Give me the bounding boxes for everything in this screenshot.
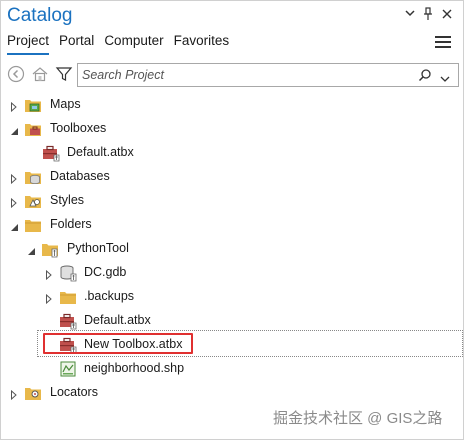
tab-portal[interactable]: Portal (59, 33, 94, 55)
tree-item-dc-gdb[interactable]: DC.gdb (1, 261, 461, 285)
tree-label: Styles (50, 193, 85, 207)
geodatabase-icon (59, 264, 77, 282)
tree-label: Maps (50, 97, 81, 111)
collapse-icon[interactable] (9, 123, 19, 135)
tree-item-toolboxes[interactable]: Toolboxes (1, 117, 461, 141)
expand-icon[interactable] (10, 171, 20, 185)
tree-label: Folders (50, 217, 92, 231)
expand-icon[interactable] (10, 387, 20, 401)
catalog-tabs: Project Portal Computer Favorites (7, 33, 229, 55)
tree-label: Default.atbx (67, 145, 134, 159)
collapse-icon[interactable] (26, 243, 36, 255)
options-dropdown-icon[interactable] (403, 7, 417, 23)
tree-label: neighborhood.shp (84, 361, 185, 375)
tree-item-backups[interactable]: .backups (1, 285, 461, 309)
filter-icon[interactable] (55, 65, 75, 85)
tree-item-neighborhood-shp[interactable]: neighborhood.shp (1, 357, 461, 381)
toolbox-icon (59, 312, 77, 330)
search-box (77, 63, 459, 87)
menu-icon[interactable] (435, 36, 451, 50)
tree-label: Default.atbx (84, 313, 151, 327)
collapse-icon[interactable] (9, 219, 19, 231)
tree-label: DC.gdb (84, 265, 127, 279)
expand-icon[interactable] (10, 195, 20, 209)
styles-folder-icon (24, 192, 42, 210)
pane-title: Catalog (7, 5, 73, 26)
expand-icon[interactable] (45, 291, 55, 305)
tree-item-styles[interactable]: Styles (1, 189, 461, 213)
tree-item-databases[interactable]: Databases (1, 165, 461, 189)
tree-item-maps[interactable]: Maps (1, 93, 461, 117)
watermark: 掘金技术社区 @ GIS之路 (273, 410, 443, 427)
title-bar: Catalog (1, 1, 463, 31)
tab-favorites[interactable]: Favorites (174, 33, 230, 55)
folders-icon (24, 216, 42, 234)
tree-label: PythonTool (67, 241, 129, 255)
tree-item-locators[interactable]: Locators (1, 381, 461, 405)
pin-icon[interactable] (421, 7, 435, 23)
project-folder-icon (41, 240, 59, 258)
tree-item-default-atbx-root[interactable]: Default.atbx (1, 141, 461, 165)
tree-label: Toolboxes (50, 121, 107, 135)
tree-item-folders[interactable]: Folders (1, 213, 461, 237)
search-input[interactable] (82, 66, 402, 84)
folder-icon (59, 288, 77, 306)
toolbox-icon (42, 144, 60, 162)
databases-folder-icon (24, 168, 42, 186)
search-icon[interactable] (418, 68, 432, 87)
locators-folder-icon (24, 384, 42, 402)
home-icon[interactable] (31, 65, 51, 85)
tree-label: Databases (50, 169, 110, 183)
catalog-pane: Catalog Project Portal Computer Favorite… (0, 0, 464, 440)
search-options-chevron-icon[interactable] (440, 70, 450, 88)
close-icon[interactable] (440, 7, 454, 23)
tree-item-pythontool[interactable]: PythonTool (1, 237, 461, 261)
maps-folder-icon (24, 96, 42, 114)
back-icon[interactable] (7, 65, 27, 85)
catalog-toolbar (5, 63, 459, 87)
expand-icon[interactable] (45, 267, 55, 281)
toolboxes-folder-icon (24, 120, 42, 138)
highlight-box (43, 333, 193, 354)
tab-project[interactable]: Project (7, 33, 50, 55)
tab-computer[interactable]: Computer (104, 33, 163, 55)
tree-label: Locators (50, 385, 98, 399)
expand-icon[interactable] (10, 99, 20, 113)
shapefile-icon (59, 360, 77, 378)
tree-label: .backups (84, 289, 135, 303)
